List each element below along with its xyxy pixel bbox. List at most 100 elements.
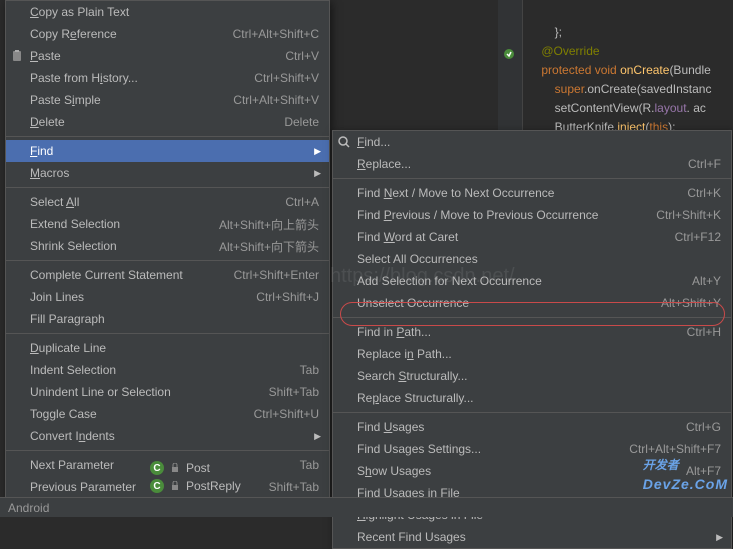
menu-item-label: Find Word at Caret xyxy=(357,230,675,244)
menu-shortcut: Shift+Tab xyxy=(269,385,319,399)
menu-item-label: Select All Occurrences xyxy=(357,252,721,266)
menu-item-label: Find in Path... xyxy=(357,325,687,339)
override-icon xyxy=(503,48,515,60)
menu-item-label: Find Next / Move to Next Occurrence xyxy=(357,186,687,200)
code-line: protected void onCreate(Bundle xyxy=(528,63,711,77)
menu-item-toggle-case[interactable]: Toggle CaseCtrl+Shift+U xyxy=(6,403,329,425)
menu-item-recent-find-usages[interactable]: Recent Find Usages▶ xyxy=(333,526,731,548)
menu-item-label: Find... xyxy=(357,135,721,149)
menu-shortcut: Ctrl+G xyxy=(686,420,721,434)
menu-item-label: Copy Reference xyxy=(30,27,233,41)
menu-shortcut: Alt+F7 xyxy=(686,464,721,478)
find-submenu: Find... Replace...Ctrl+F Find Next / Move … xyxy=(332,130,732,549)
menu-separator xyxy=(333,317,731,318)
menu-shortcut: Ctrl+A xyxy=(285,195,319,209)
menu-item-unselect-occurrence[interactable]: Unselect OccurrenceAlt+Shift+Y xyxy=(333,292,731,314)
lock-icon xyxy=(170,481,180,491)
menu-item-label: Macros xyxy=(30,166,319,180)
menu-item-paste-from-history[interactable]: Paste from History...Ctrl+Shift+V xyxy=(6,67,329,89)
menu-item-replace-structurally[interactable]: Replace Structurally... xyxy=(333,387,731,409)
menu-item-label: Unselect Occurrence xyxy=(357,296,661,310)
menu-shortcut: Shift+Tab xyxy=(269,480,319,494)
menu-item-find-previous-move-to-previous-occurrence[interactable]: Find Previous / Move to Previous Occurre… xyxy=(333,204,731,226)
class-item-postreply[interactable]: C PostReply xyxy=(150,477,241,495)
menu-item-delete[interactable]: DeleteDelete xyxy=(6,111,329,133)
code-editor[interactable]: }; @Override protected void onCreate(Bun… xyxy=(523,0,733,142)
menu-item-select-all-occurrences[interactable]: Select All Occurrences xyxy=(333,248,731,270)
submenu-arrow-icon: ▶ xyxy=(716,532,723,543)
menu-item-find-in-path[interactable]: Find in Path...Ctrl+H xyxy=(333,321,731,343)
menu-item-label: Find Usages xyxy=(357,420,686,434)
menu-item-duplicate-line[interactable]: Duplicate Line xyxy=(6,337,329,359)
menu-shortcut: Alt+Y xyxy=(692,274,721,288)
menu-item-find-usages[interactable]: Find UsagesCtrl+G xyxy=(333,416,731,438)
menu-shortcut: Ctrl+V xyxy=(285,49,319,63)
menu-shortcut: Tab xyxy=(300,458,319,472)
menu-item-find-usages-settings[interactable]: Find Usages Settings...Ctrl+Alt+Shift+F7 xyxy=(333,438,731,460)
menu-item-label: Indent Selection xyxy=(30,363,300,377)
menu-item-label: Replace Structurally... xyxy=(357,391,721,405)
menu-shortcut: Alt+Shift+向下箭头 xyxy=(219,238,319,255)
menu-item-label: Find Previous / Move to Previous Occurre… xyxy=(357,208,656,222)
status-text: Android xyxy=(8,501,49,515)
code-line: @Override xyxy=(528,44,600,58)
menu-item-label: Delete xyxy=(30,115,284,129)
menu-item-macros[interactable]: Macros▶ xyxy=(6,162,329,184)
menu-shortcut: Alt+Shift+Y xyxy=(661,296,721,310)
menu-item-label: Search Structurally... xyxy=(357,369,721,383)
menu-separator xyxy=(333,178,731,179)
menu-item-find[interactable]: Find... xyxy=(333,131,731,153)
menu-item-show-usages[interactable]: Show UsagesAlt+F7 xyxy=(333,460,731,482)
menu-item-complete-current-statement[interactable]: Complete Current StatementCtrl+Shift+Ent… xyxy=(6,264,329,286)
menu-separator xyxy=(6,136,329,137)
menu-item-find[interactable]: Find▶ xyxy=(6,140,329,162)
menu-separator xyxy=(333,412,731,413)
menu-item-find-word-at-caret[interactable]: Find Word at CaretCtrl+F12 xyxy=(333,226,731,248)
menu-item-label: Select All xyxy=(30,195,285,209)
menu-item-unindent-line-or-selection[interactable]: Unindent Line or SelectionShift+Tab xyxy=(6,381,329,403)
menu-shortcut: Tab xyxy=(300,363,319,377)
menu-item-replace[interactable]: Replace...Ctrl+F xyxy=(333,153,731,175)
menu-shortcut: Ctrl+Alt+Shift+C xyxy=(233,27,319,41)
code-line: super.onCreate(savedInstanc xyxy=(528,82,711,96)
menu-item-find-next-move-to-next-occurrence[interactable]: Find Next / Move to Next OccurrenceCtrl+… xyxy=(333,182,731,204)
menu-item-replace-in-path[interactable]: Replace in Path... xyxy=(333,343,731,365)
menu-item-search-structurally[interactable]: Search Structurally... xyxy=(333,365,731,387)
class-icon: C xyxy=(150,479,164,493)
menu-shortcut: Ctrl+F12 xyxy=(675,230,721,244)
menu-item-copy-reference[interactable]: Copy ReferenceCtrl+Alt+Shift+C xyxy=(6,23,329,45)
menu-item-copy-as-plain-text[interactable]: Copy as Plain Text xyxy=(6,1,329,23)
menu-shortcut: Ctrl+Shift+Enter xyxy=(234,268,319,282)
menu-item-label: Paste from History... xyxy=(30,71,254,85)
class-item-post[interactable]: C Post xyxy=(150,459,241,477)
class-label: Post xyxy=(186,461,210,475)
menu-separator xyxy=(6,450,329,451)
menu-item-label: Add Selection for Next Occurrence xyxy=(357,274,692,288)
menu-item-join-lines[interactable]: Join LinesCtrl+Shift+J xyxy=(6,286,329,308)
submenu-arrow-icon: ▶ xyxy=(314,431,321,442)
menu-item-convert-indents[interactable]: Convert Indents▶ xyxy=(6,425,329,447)
menu-item-label: Recent Find Usages xyxy=(357,530,721,544)
class-icon: C xyxy=(150,461,164,475)
menu-item-extend-selection[interactable]: Extend SelectionAlt+Shift+向上箭头 xyxy=(6,213,329,235)
menu-shortcut: Ctrl+Shift+J xyxy=(256,290,319,304)
menu-item-shrink-selection[interactable]: Shrink SelectionAlt+Shift+向下箭头 xyxy=(6,235,329,257)
submenu-arrow-icon: ▶ xyxy=(314,146,321,157)
menu-shortcut: Delete xyxy=(284,115,319,129)
menu-item-indent-selection[interactable]: Indent SelectionTab xyxy=(6,359,329,381)
menu-item-paste[interactable]: PasteCtrl+V xyxy=(6,45,329,67)
menu-shortcut: Ctrl+Shift+U xyxy=(254,407,319,421)
menu-item-paste-simple[interactable]: Paste SimpleCtrl+Alt+Shift+V xyxy=(6,89,329,111)
menu-item-label: Find Usages Settings... xyxy=(357,442,629,456)
menu-item-select-all[interactable]: Select AllCtrl+A xyxy=(6,191,329,213)
menu-item-fill-paragraph[interactable]: Fill Paragraph xyxy=(6,308,329,330)
menu-item-label: Paste Simple xyxy=(30,93,233,107)
menu-item-label: Shrink Selection xyxy=(30,239,219,253)
menu-shortcut: Ctrl+Shift+K xyxy=(656,208,721,222)
menu-item-label: Convert Indents xyxy=(30,429,319,443)
class-label: PostReply xyxy=(186,479,241,493)
menu-item-add-selection-for-next-occurrence[interactable]: Add Selection for Next OccurrenceAlt+Y xyxy=(333,270,731,292)
menu-item-label: Complete Current Statement xyxy=(30,268,234,282)
menu-item-label: Toggle Case xyxy=(30,407,254,421)
menu-item-label: Copy as Plain Text xyxy=(30,5,319,19)
